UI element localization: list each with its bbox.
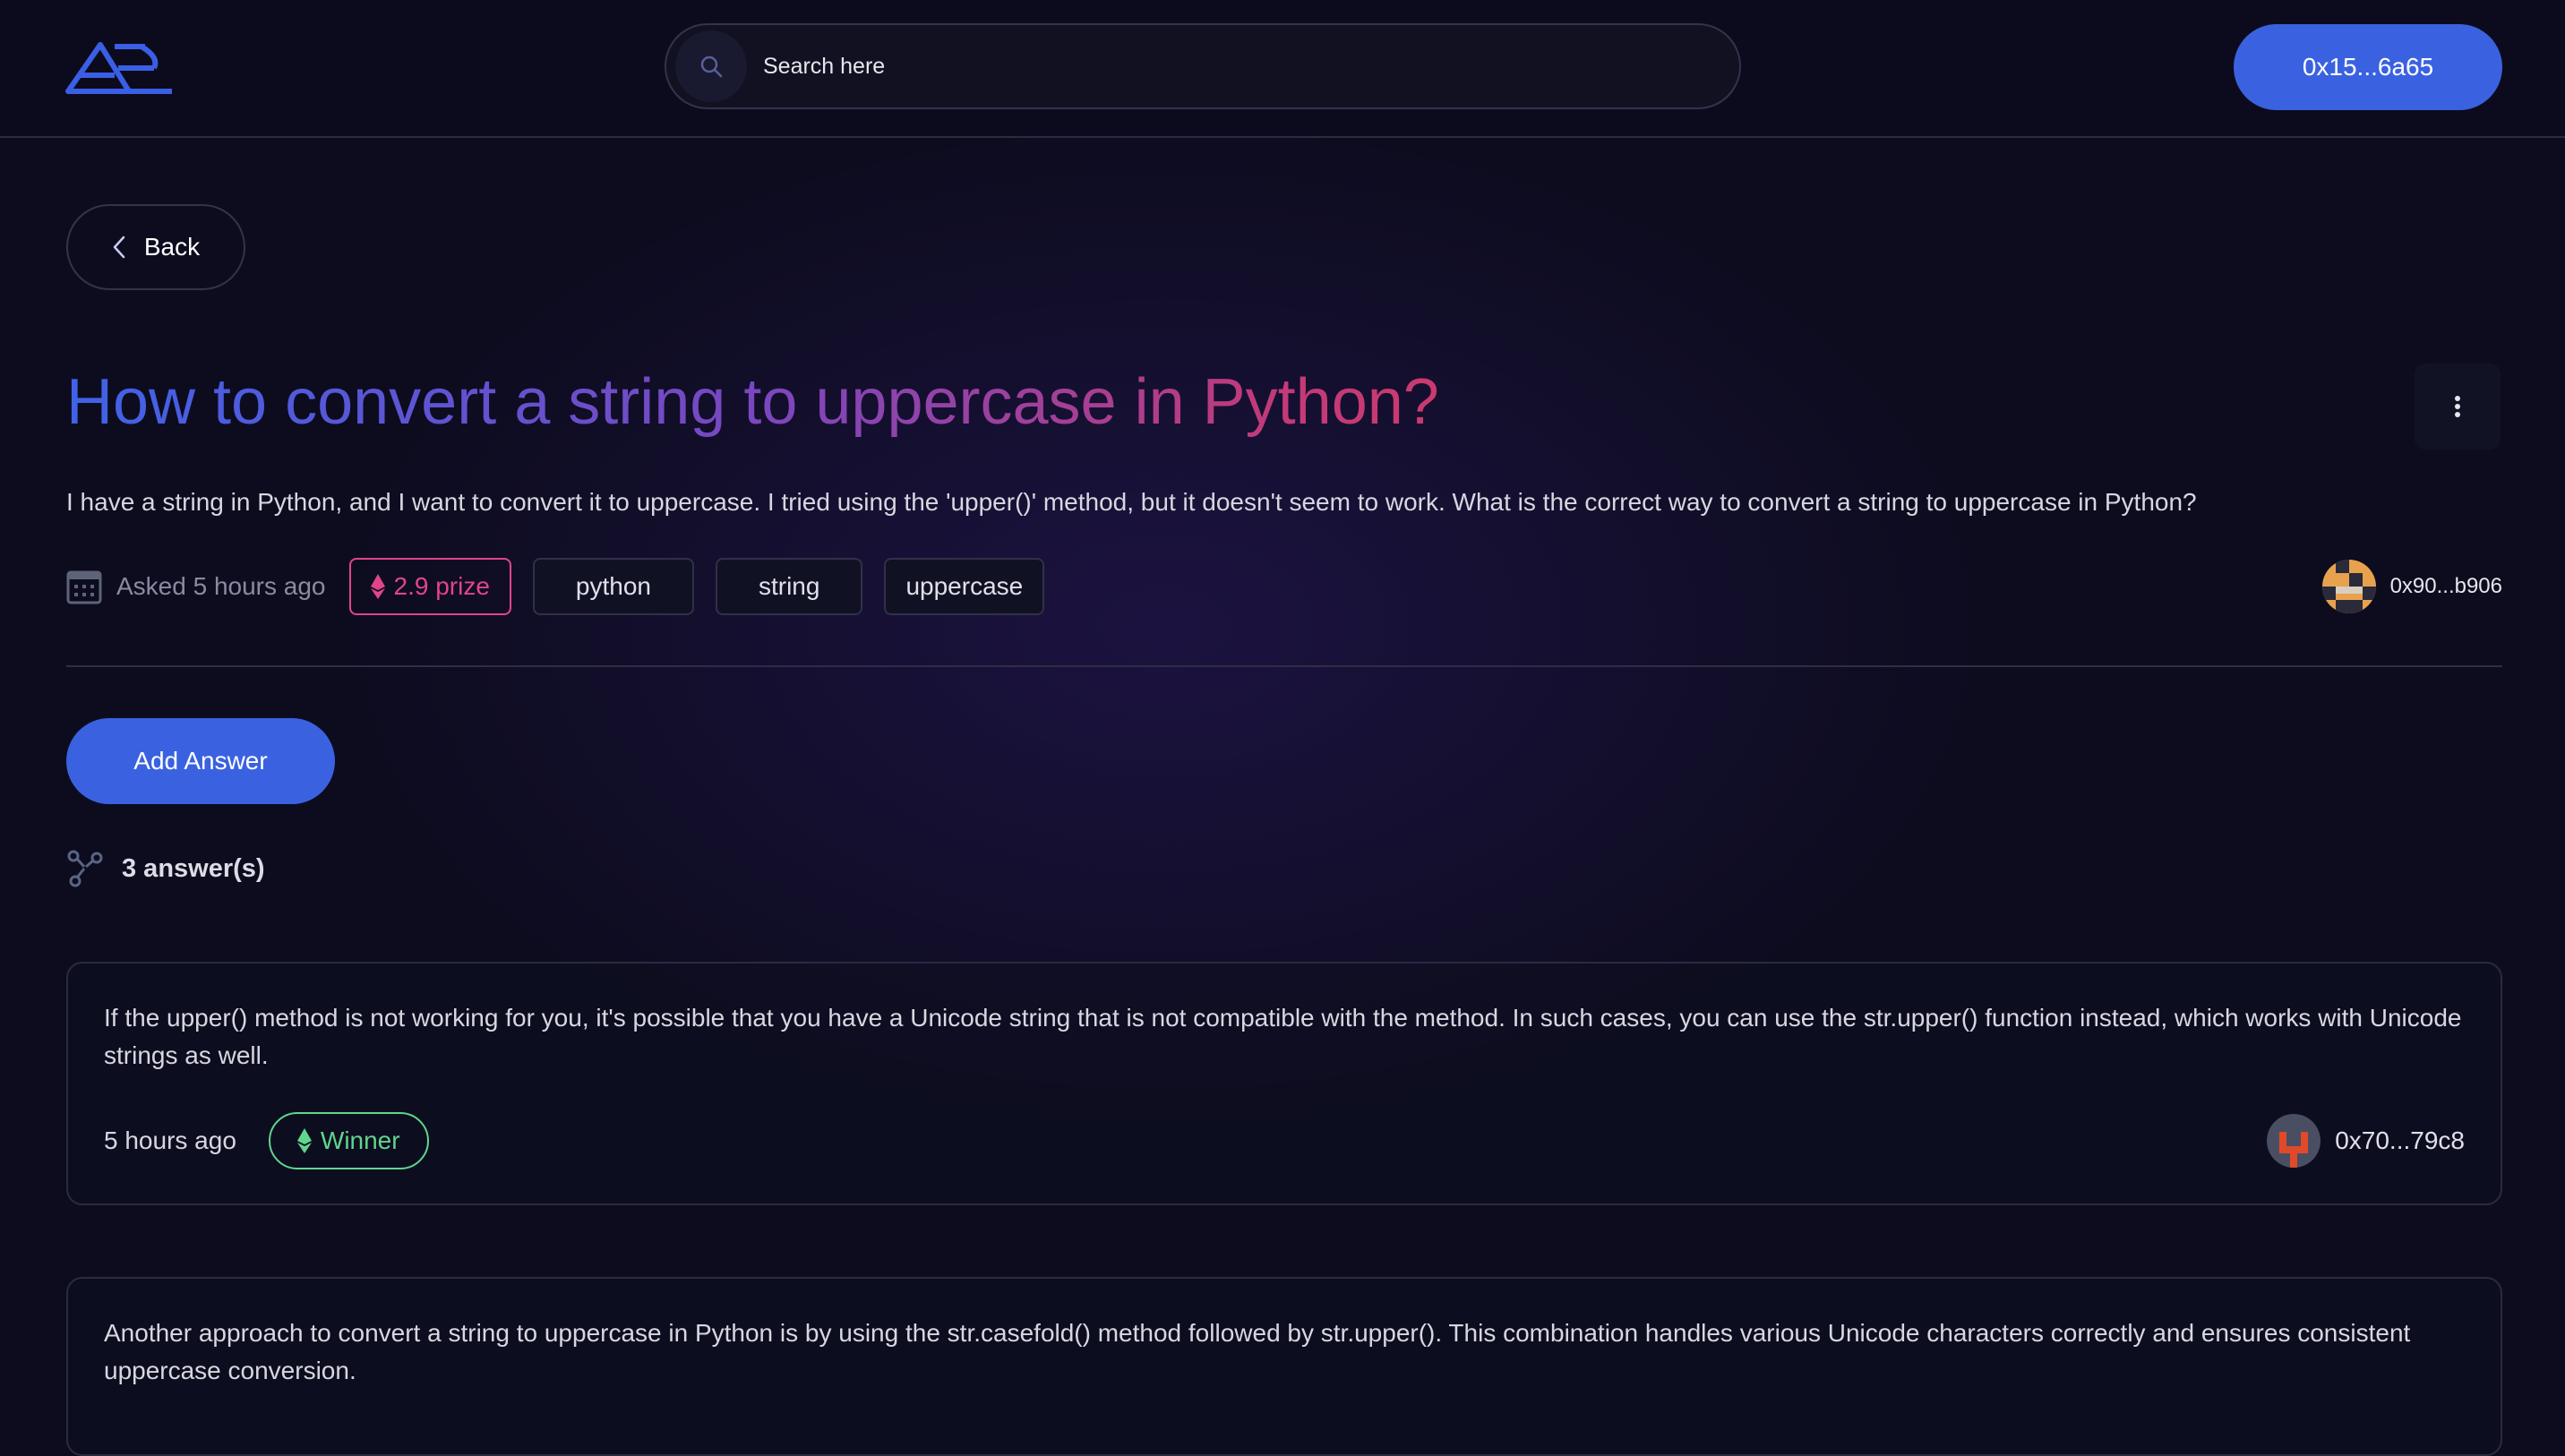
answers-count-label: 3 answer(s) (122, 853, 265, 883)
winner-label: Winner (320, 1126, 400, 1154)
answer-card: If the upper() method is not working for… (66, 962, 2502, 1205)
tag-string[interactable]: string (715, 558, 863, 615)
avatar (2267, 1114, 2321, 1168)
more-vertical-icon (2455, 396, 2460, 417)
winner-badge: Winner (268, 1112, 429, 1169)
tag-uppercase[interactable]: uppercase (884, 558, 1045, 615)
answer-author[interactable]: 0x70...79c8 (2267, 1112, 2465, 1169)
question-meta: Asked 5 hours ago 2.9 prize python strin… (66, 557, 1066, 616)
search-bar[interactable] (665, 23, 1741, 109)
add-answer-button[interactable]: Add Answer (66, 718, 335, 804)
answer-author-address: 0x70...79c8 (2335, 1126, 2465, 1154)
back-button[interactable]: Back (66, 204, 245, 290)
ethereum-icon (296, 1128, 312, 1153)
back-label: Back (143, 233, 201, 261)
question-author[interactable]: 0x90...b906 (2321, 557, 2502, 616)
more-options-button[interactable] (2415, 364, 2501, 450)
answer-time: 5 hours ago (104, 1126, 236, 1154)
divider (66, 665, 2502, 667)
top-bar: 0x15...6a65 (0, 0, 2565, 138)
chevron-left-icon (113, 236, 125, 259)
tag-python[interactable]: python (532, 558, 694, 615)
wallet-address-button[interactable]: 0x15...6a65 (2234, 24, 2502, 110)
answers-count: 3 answer(s) (66, 845, 265, 892)
logo-icon[interactable] (64, 39, 176, 97)
share-nodes-icon (67, 850, 103, 887)
answer-text: If the upper() method is not working for… (104, 1004, 2462, 1069)
answer-footer: 5 hours ago Winner (104, 1112, 429, 1169)
question-body: I have a string in Python, and I want to… (66, 488, 2197, 516)
search-icon[interactable] (675, 30, 747, 102)
calendar-icon (66, 570, 102, 604)
prize-label: 2.9 prize (393, 572, 490, 600)
search-input[interactable] (763, 39, 1739, 93)
question-title: How to convert a string to uppercase in … (66, 362, 1589, 442)
answer-card: Another approach to convert a string to … (66, 1277, 2502, 1456)
prize-badge: 2.9 prize (348, 558, 511, 615)
asked-time: Asked 5 hours ago (66, 569, 326, 604)
asked-label: Asked 5 hours ago (116, 572, 326, 600)
answer-text: Another approach to convert a string to … (104, 1319, 2411, 1384)
author-address: 0x90...b906 (2389, 574, 2502, 598)
avatar (2321, 560, 2376, 613)
ethereum-icon (370, 574, 385, 599)
